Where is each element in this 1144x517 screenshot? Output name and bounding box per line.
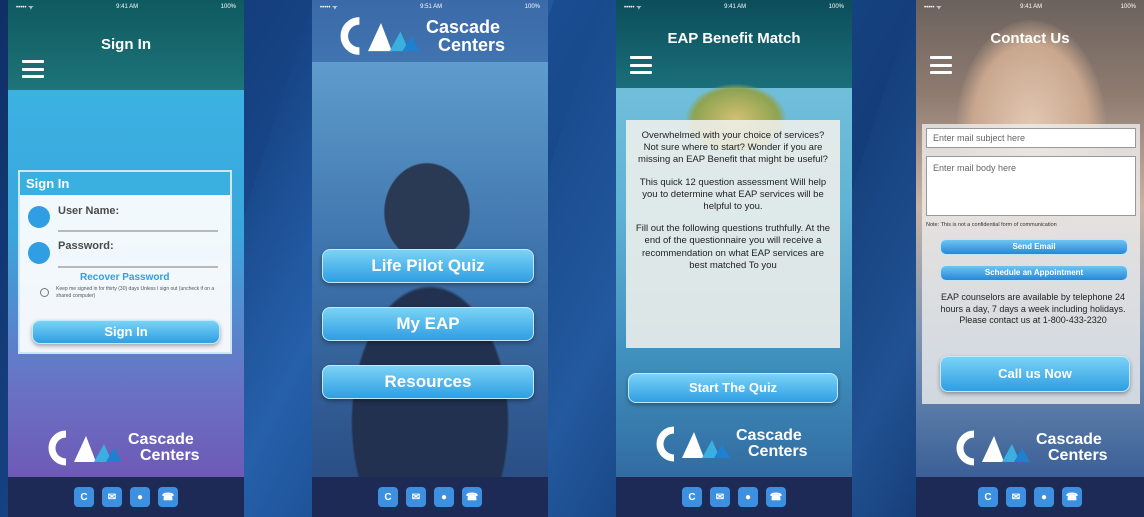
brand-line2: Centers xyxy=(748,443,808,460)
brand-line1: Cascade xyxy=(736,427,802,444)
cascade-mark-icon xyxy=(48,430,122,466)
clock: 9:41 AM xyxy=(1020,4,1043,10)
page-title: Contact Us xyxy=(990,30,1070,47)
cascade-mark-icon xyxy=(656,426,730,462)
tab-bar: C ✉ ● ☎ xyxy=(312,477,548,517)
mail-icon[interactable]: ✉ xyxy=(1006,487,1026,507)
mail-icon[interactable]: ✉ xyxy=(710,487,730,507)
panel-title: Sign In xyxy=(20,172,230,195)
cascade-logo: Cascade Centers xyxy=(656,426,808,462)
status-bar: ••••• ᯤ 9:41 AM 100% xyxy=(916,0,1144,14)
sign-in-panel: Sign In User Name: Password: Recover Pas… xyxy=(18,170,232,354)
benefit-match-screen: ••••• ᯤ 9:41 AM 100% EAP Benefit Match O… xyxy=(616,0,852,517)
availability-text: EAP counselors are available by telephon… xyxy=(940,292,1126,325)
menu-screen: ••••• ᯤ 9:51 AM 100% Cascade Centers Lif… xyxy=(312,0,548,517)
chat-icon[interactable]: ● xyxy=(738,487,758,507)
brand-line2: Centers xyxy=(140,447,200,464)
page-title: Sign In xyxy=(101,36,151,53)
signal-indicator: ••••• ᯤ xyxy=(924,5,942,11)
schedule-appointment-button[interactable]: Schedule an Appointment xyxy=(940,265,1128,281)
status-bar: ••••• ᯤ 9:41 AM 100% xyxy=(8,0,244,14)
battery-indicator: 100% xyxy=(220,4,236,10)
my-eap-button[interactable]: My EAP xyxy=(322,307,534,341)
username-input[interactable] xyxy=(58,230,218,232)
chat-icon[interactable]: ● xyxy=(1034,487,1054,507)
cascade-logo: Cascade Centers xyxy=(48,430,200,466)
cascade-mark-icon xyxy=(340,17,420,55)
phone-icon[interactable]: ☎ xyxy=(158,487,178,507)
mail-body-input[interactable]: Enter mail body here xyxy=(926,156,1136,216)
cascade-mark-icon xyxy=(956,430,1030,466)
intro-paragraph-2: This quick 12 question assessment Will h… xyxy=(639,176,827,213)
keep-signed-in-checkbox[interactable] xyxy=(40,288,49,297)
tab-bar: C ✉ ● ☎ xyxy=(916,477,1144,517)
mail-subject-input[interactable]: Enter mail subject here xyxy=(926,128,1136,148)
status-bar: ••••• ᯤ 9:41 AM 100% xyxy=(616,0,852,14)
brand-line1: Cascade xyxy=(1036,431,1102,448)
intro-paragraph-1: Overwhelmed with your choice of services… xyxy=(638,130,828,166)
sign-in-screen: ••••• ᯤ 9:41 AM 100% Sign In Sign In Use… xyxy=(8,0,244,517)
keep-signed-in-text: Keep me signed in for thirty (30) days U… xyxy=(56,286,215,299)
recover-password-link[interactable]: Recover Password xyxy=(80,272,170,283)
tab-bar: C ✉ ● ☎ xyxy=(8,477,244,517)
start-quiz-button[interactable]: Start The Quiz xyxy=(628,373,838,403)
intro-card: Overwhelmed with your choice of services… xyxy=(626,120,840,348)
sign-in-button[interactable]: Sign In xyxy=(32,320,220,344)
phone-icon[interactable]: ☎ xyxy=(462,487,482,507)
clock: 9:51 AM xyxy=(420,4,443,10)
brand-line2: Centers xyxy=(438,35,506,55)
brand-line1: Cascade xyxy=(128,431,194,448)
hamburger-menu-icon[interactable] xyxy=(930,56,952,74)
cascade-logo: Cascade Centers xyxy=(956,430,1108,466)
intro-paragraph-3: Fill out the following questions truthfu… xyxy=(635,223,831,271)
mail-icon[interactable]: ✉ xyxy=(406,487,426,507)
contact-screen: ••••• ᯤ 9:41 AM 100% Contact Us Enter ma… xyxy=(916,0,1144,517)
confidentiality-note: Note: This is not a confidential form of… xyxy=(926,222,1057,228)
clock: 9:41 AM xyxy=(116,4,139,10)
phone-icon[interactable]: ☎ xyxy=(1062,487,1082,507)
chat-icon[interactable]: ● xyxy=(434,487,454,507)
life-pilot-quiz-button[interactable]: Life Pilot Quiz xyxy=(322,249,534,283)
user-avatar-icon xyxy=(28,206,50,228)
username-label: User Name: xyxy=(58,205,120,217)
hamburger-menu-icon[interactable] xyxy=(22,60,44,78)
call-us-now-button[interactable]: Call us Now xyxy=(940,356,1130,392)
battery-indicator: 100% xyxy=(828,4,844,10)
tab-bar: C ✉ ● ☎ xyxy=(616,477,852,517)
signal-indicator: ••••• ᯤ xyxy=(320,5,338,11)
clock: 9:41 AM xyxy=(724,4,747,10)
cascade-logo-header: Cascade Centers xyxy=(340,16,505,56)
cascade-icon[interactable]: C xyxy=(74,487,94,507)
battery-indicator: 100% xyxy=(1120,4,1136,10)
cascade-icon[interactable]: C xyxy=(378,487,398,507)
brand-line1: Cascade xyxy=(426,17,501,37)
mail-icon[interactable]: ✉ xyxy=(102,487,122,507)
page-title: EAP Benefit Match xyxy=(667,30,801,47)
lock-icon xyxy=(28,242,50,264)
password-label: Password: xyxy=(58,240,114,252)
hamburger-menu-icon[interactable] xyxy=(630,56,652,74)
chat-icon[interactable]: ● xyxy=(130,487,150,507)
signal-indicator: ••••• ᯤ xyxy=(624,5,642,11)
battery-indicator: 100% xyxy=(524,4,540,10)
phone-icon[interactable]: ☎ xyxy=(766,487,786,507)
cascade-icon[interactable]: C xyxy=(978,487,998,507)
signal-indicator: ••••• ᯤ xyxy=(16,5,34,11)
resources-button[interactable]: Resources xyxy=(322,365,534,399)
password-input[interactable] xyxy=(58,266,218,268)
brand-line2: Centers xyxy=(1048,447,1108,464)
status-bar: ••••• ᯤ 9:51 AM 100% xyxy=(312,0,548,14)
cascade-icon[interactable]: C xyxy=(682,487,702,507)
send-email-button[interactable]: Send Email xyxy=(940,239,1128,255)
